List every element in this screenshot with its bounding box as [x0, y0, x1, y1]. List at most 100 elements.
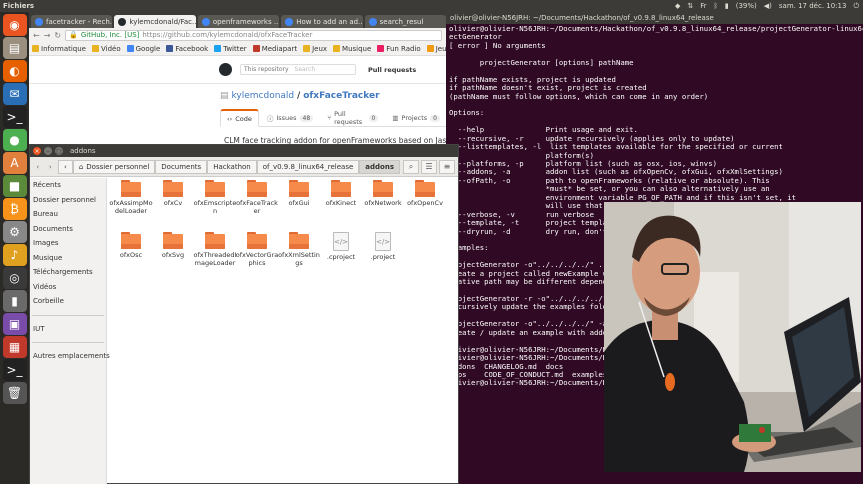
folder-item[interactable]: ofxNetwork [361, 180, 405, 207]
browser-tab[interactable]: kylemcdonald/Fac... [114, 15, 196, 28]
software-center-icon[interactable]: A [2, 152, 27, 174]
bookmark-item[interactable]: Google [126, 45, 160, 53]
folder-item[interactable]: ofxKinect [319, 180, 363, 207]
folder-item[interactable]: ofxGui [277, 180, 321, 207]
dropbox-icon[interactable]: ◆ [675, 2, 680, 10]
chrome-icon[interactable]: ● [2, 129, 27, 151]
bookmark-label: Jeux [312, 44, 328, 53]
tab-pull-requests[interactable]: ⑂ Pull requests 0 [321, 109, 384, 127]
sidebar-item-device[interactable]: IUT [30, 322, 106, 337]
breadcrumb-item[interactable]: ⌂ Dossier personnel [72, 159, 156, 174]
tab-label: kylemcdonald/Fac... [129, 17, 196, 26]
screenshot-icon[interactable]: ▣ [2, 313, 27, 335]
bookmark-item[interactable]: Informatique [32, 45, 86, 53]
bluetooth-icon[interactable]: ᛒ [714, 2, 718, 10]
folder-item[interactable]: ofxXmlSettings [277, 232, 321, 267]
colors-icon[interactable]: ▦ [2, 336, 27, 358]
folder-item[interactable]: ofxCv [151, 180, 195, 207]
sidebar-item[interactable]: Téléchargements [30, 265, 106, 280]
forward-icon[interactable]: → [44, 31, 51, 40]
keyboard-icon[interactable]: Fr [700, 2, 706, 10]
back-icon[interactable]: ← [33, 31, 40, 40]
clock[interactable]: sam. 17 déc. 10:13 [779, 2, 847, 10]
cheese-icon[interactable]: ◎ [2, 267, 27, 289]
minecraft-icon[interactable]: ■ [2, 175, 27, 197]
sidebar-item-other-locations[interactable]: Autres emplacements [30, 349, 110, 364]
back-icon[interactable]: ‹ [33, 160, 43, 174]
usb-icon[interactable]: ▮ [2, 290, 27, 312]
browser-tab[interactable]: How to add an ad... [281, 15, 363, 28]
file-item[interactable]: </> .cproject [319, 232, 363, 261]
network-icon[interactable]: ⇅ [687, 2, 693, 10]
folder-item[interactable]: ofxFaceTracker [235, 180, 279, 215]
folder-item[interactable]: ofxOsc [109, 232, 153, 259]
repo-name-link[interactable]: ofxFaceTracker [303, 91, 379, 101]
browser-tab[interactable]: search_resul [364, 15, 447, 28]
bookmark-item[interactable]: Twitter [214, 45, 247, 53]
breadcrumb-item[interactable]: of_v0.9.8_linux64_release [256, 159, 360, 174]
github-pull-requests-link[interactable]: Pull requests [368, 66, 416, 74]
browser-tab[interactable]: facetracker - Rech... [31, 15, 113, 28]
folder-item[interactable]: ofxAssimpModelLoader [109, 180, 153, 215]
tab-code[interactable]: ‹› Code [220, 109, 259, 127]
rhythmbox-icon[interactable]: ♪ [2, 244, 27, 266]
breadcrumb-item[interactable]: Hackathon [207, 159, 257, 174]
tab-issues[interactable]: ⓘ Issues 48 [261, 109, 319, 127]
tab-label: facetracker - Rech... [46, 17, 113, 26]
battery-icon[interactable]: ▮ [725, 2, 729, 10]
list-view-icon[interactable]: ☰ [421, 159, 437, 174]
address-field[interactable]: 🔒 GitHub, Inc. [US] https://github.com/k… [65, 29, 442, 41]
settings-icon[interactable]: ⚙ [2, 221, 27, 243]
sidebar-item[interactable]: Récents [30, 178, 106, 193]
bitcoin-icon[interactable]: ₿ [2, 198, 27, 220]
bookmark-item[interactable]: Musique [333, 45, 371, 53]
bookmark-item[interactable]: Vidéo [92, 45, 121, 53]
folder-icon [205, 232, 225, 249]
terminal-icon[interactable]: >_ [2, 106, 27, 128]
menu-icon[interactable]: ≡ [439, 159, 455, 174]
volume-icon[interactable]: ◀) [764, 2, 772, 10]
tab-projects[interactable]: ▥ Projects 0 [386, 109, 446, 127]
terminal2-icon[interactable]: >_ [2, 359, 27, 381]
breadcrumb-item[interactable]: Documents [155, 159, 208, 174]
github-search-field[interactable]: This repository Search [240, 64, 356, 75]
repo-owner-link[interactable]: kylemcdonald [232, 91, 295, 101]
sidebar-item[interactable]: Vidéos [30, 280, 106, 295]
bookmark-item[interactable]: Facebook [166, 45, 208, 53]
search-icon[interactable]: ⌕ [403, 159, 419, 174]
folder-item[interactable]: ofxEmscripten [193, 180, 237, 215]
reload-icon[interactable]: ↻ [54, 31, 61, 40]
bookmark-item[interactable]: Fun Radio [377, 45, 421, 53]
dash-icon[interactable]: ◉ [2, 14, 27, 36]
close-icon[interactable]: × [33, 147, 41, 155]
sidebar-item[interactable]: Documents [30, 222, 106, 237]
bookmark-item[interactable]: Jeux [303, 45, 327, 53]
thunderbird-icon[interactable]: ✉ [2, 83, 27, 105]
bookmark-item[interactable]: Mediapart [252, 45, 297, 53]
sidebar-item[interactable]: Bureau [30, 207, 106, 222]
maximize-icon[interactable]: □ [55, 147, 63, 155]
breadcrumb-item[interactable]: addons [359, 159, 400, 174]
home-icon: ⌂ [78, 162, 84, 171]
folder-item[interactable]: ofxSvg [151, 232, 195, 259]
firefox-icon[interactable]: ◐ [2, 60, 27, 82]
github-logo-icon[interactable] [219, 63, 232, 76]
forward-icon[interactable]: › [46, 160, 56, 174]
folder-item[interactable]: ofxOpenCv [403, 180, 447, 207]
sidebar-item[interactable]: Images [30, 236, 106, 251]
file-item[interactable]: </> .project [361, 232, 405, 261]
folder-item[interactable]: ofxVectorGraphics [235, 232, 279, 267]
files-icon[interactable]: ▤ [2, 37, 27, 59]
folder-item[interactable]: ofxThreadedImageLoader [193, 232, 237, 267]
minimize-icon[interactable]: – [44, 147, 52, 155]
sidebar-item[interactable]: Corbeille [30, 294, 106, 309]
power-icon[interactable]: ⏻ [853, 2, 859, 11]
breadcrumb-scroll-left-icon[interactable]: ‹ [58, 159, 73, 174]
sidebar-item[interactable]: Dossier personnel [30, 193, 106, 208]
sidebar-item[interactable]: Musique [30, 251, 106, 266]
file-label: ofxThreadedImageLoader [193, 251, 237, 267]
browser-tab[interactable]: openframeworks ... [197, 15, 280, 28]
trash-icon[interactable]: 🗑 [2, 382, 27, 404]
pr-count: 0 [368, 114, 379, 122]
bookmark-item[interactable]: JeuxVideo.c [426, 45, 446, 53]
